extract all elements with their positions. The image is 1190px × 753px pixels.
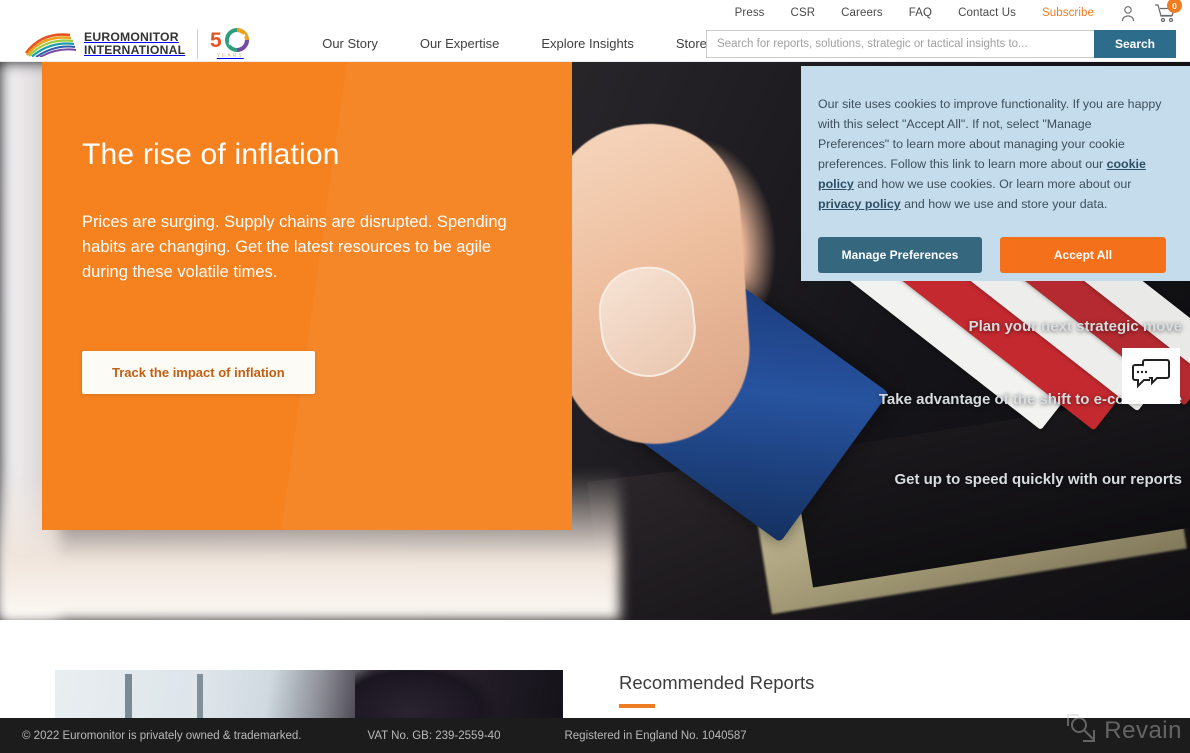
svg-text:5: 5 (210, 29, 222, 52)
footer-bar: © 2022 Euromonitor is privately owned & … (0, 714, 1190, 753)
cookie-text-part-3: and how we use and store your data. (900, 197, 1108, 212)
revain-watermark: Revain (1066, 712, 1182, 749)
euromonitor-swoosh-icon (24, 31, 80, 57)
site-logo[interactable]: EUROMONITOR INTERNATIONAL 5 YEARS (24, 28, 250, 59)
utility-nav-bar: Press CSR Careers FAQ Contact Us Subscri… (0, 0, 1190, 26)
privacy-policy-link[interactable]: privacy policy (818, 197, 901, 211)
logo-divider (197, 28, 199, 59)
track-inflation-button[interactable]: Track the impact of inflation (82, 351, 315, 395)
utility-link-careers[interactable]: Careers (841, 7, 883, 19)
nav-item-our-expertise[interactable]: Our Expertise (420, 36, 499, 51)
utility-link-csr[interactable]: CSR (791, 7, 816, 19)
utility-link-press[interactable]: Press (735, 7, 765, 19)
hero-side-text-1: Plan your next strategic move (968, 318, 1182, 335)
nav-item-explore-insights[interactable]: Explore Insights (541, 36, 634, 51)
anniversary-badge: 5 YEARS (210, 28, 250, 59)
footer-copyright: © 2022 Euromonitor is privately owned & … (22, 729, 302, 742)
utility-link-contact-us[interactable]: Contact Us (958, 7, 1016, 19)
hero-content-panel: The rise of inflation Prices are surging… (42, 62, 572, 530)
revain-logo-icon (1066, 712, 1096, 749)
chat-widget-button[interactable] (1122, 348, 1180, 404)
recommended-title-underline (619, 704, 655, 708)
chat-bubbles-icon (1131, 356, 1171, 397)
nav-item-our-story[interactable]: Our Story (322, 36, 378, 51)
recommended-reports-section (0, 620, 1190, 726)
search-button[interactable]: Search (1094, 30, 1176, 58)
revain-watermark-label: Revain (1104, 716, 1182, 744)
footer-vat-number: VAT No. GB: 239-2559-40 (367, 729, 501, 742)
person-icon[interactable] (1120, 5, 1136, 22)
accept-all-button[interactable]: Accept All (1000, 236, 1166, 273)
search-group: Search (706, 30, 1176, 58)
cart-icon[interactable]: 0 (1154, 0, 1182, 23)
main-nav: Our Story Our Expertise Explore Insights… (322, 36, 707, 51)
hero-title: The rise of inflation (82, 138, 340, 171)
main-header: EUROMONITOR INTERNATIONAL 5 YEARS Our St… (0, 26, 1190, 62)
anniversary-years-label: YEARS (216, 53, 244, 59)
cart-count-badge: 0 (1167, 0, 1182, 13)
page-root: Press CSR Careers FAQ Contact Us Subscri… (0, 0, 1190, 753)
logo-line-2: INTERNATIONAL (84, 42, 186, 57)
recommended-reports-title: Recommended Reports (619, 672, 815, 693)
nav-item-store[interactable]: Store (676, 36, 707, 51)
utility-icons: 0 (1120, 0, 1182, 23)
cookie-banner-actions: Manage Preferences Accept All (818, 236, 1166, 273)
cookie-consent-banner: Our site uses cookies to improve functio… (801, 66, 1190, 281)
utility-link-faq[interactable]: FAQ (909, 7, 932, 19)
footer-registration: Registered in England No. 1040587 (564, 729, 747, 742)
cookie-banner-text: Our site uses cookies to improve functio… (818, 94, 1166, 215)
hero-subtitle: Prices are surging. Supply chains are di… (82, 213, 507, 282)
hero-side-text-3: Get up to speed quickly with our reports (894, 471, 1182, 488)
search-input[interactable] (706, 30, 1094, 58)
logo-line-1: EUROMONITOR (84, 30, 179, 45)
cookie-text-part-2: and how we use cookies. Or learn more ab… (853, 177, 1132, 192)
logo-wordmark: EUROMONITOR INTERNATIONAL (84, 30, 186, 57)
utility-link-subscribe[interactable]: Subscribe (1042, 7, 1094, 19)
manage-preferences-button[interactable]: Manage Preferences (818, 236, 982, 273)
